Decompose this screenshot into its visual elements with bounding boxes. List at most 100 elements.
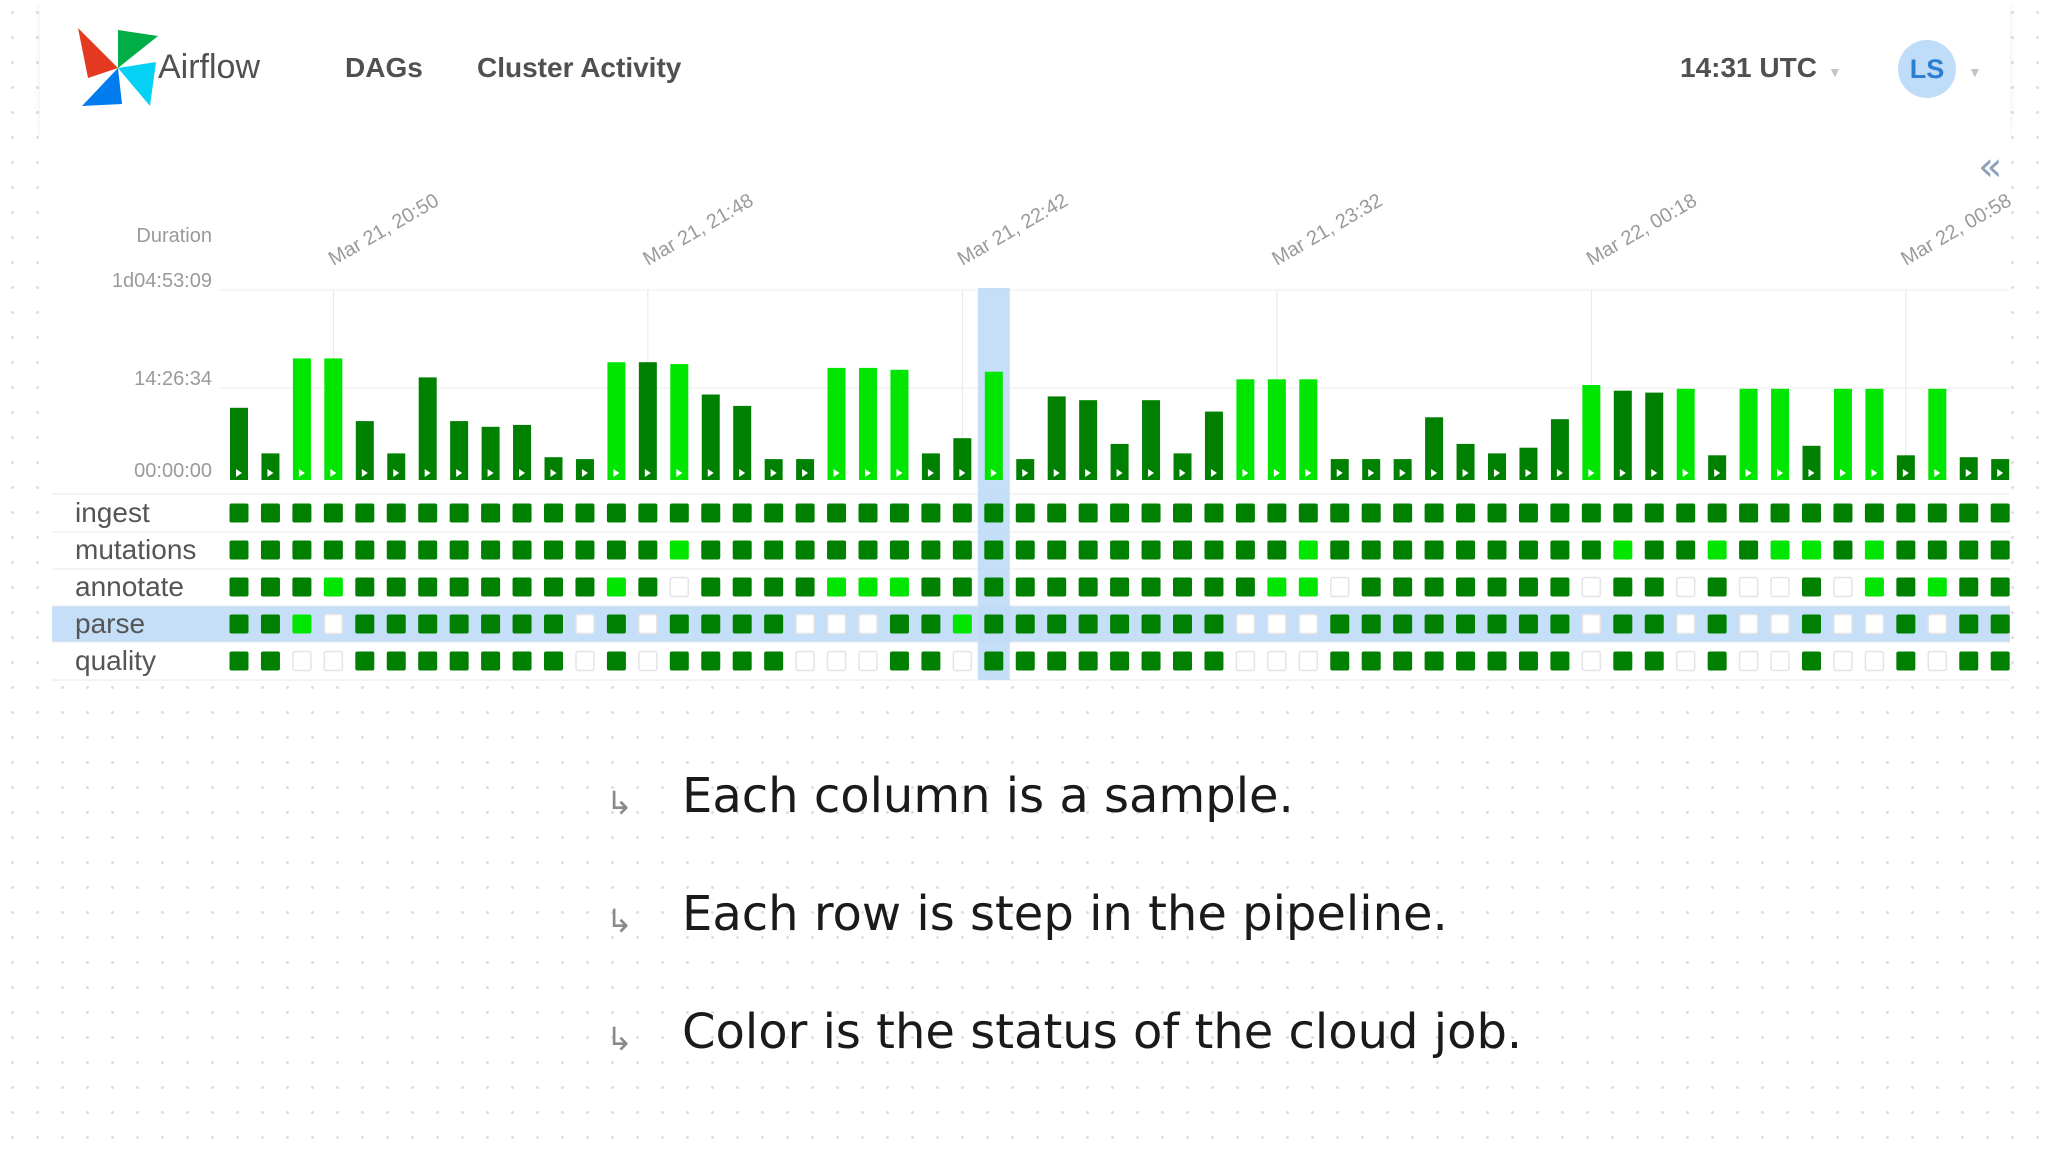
task-instance-cell[interactable]	[1298, 613, 1319, 635]
task-instance-cell[interactable]	[575, 650, 595, 672]
task-instance-cell[interactable]	[512, 577, 532, 597]
task-instance-cell[interactable]	[386, 614, 406, 634]
task-instance-cell[interactable]	[1644, 503, 1664, 523]
duration-bar[interactable]	[1928, 388, 1947, 480]
task-instance-cell[interactable]	[1204, 614, 1224, 634]
task-instance-cell[interactable]	[1990, 540, 2010, 560]
task-instance-cell[interactable]	[764, 503, 784, 523]
task-instance-cell[interactable]	[1770, 540, 1790, 560]
task-instance-cell[interactable]	[323, 540, 343, 560]
task-instance-cell[interactable]	[1613, 577, 1633, 597]
task-instance-cell[interactable]	[701, 614, 721, 634]
task-instance-cell[interactable]	[1581, 613, 1602, 635]
task-instance-cell[interactable]	[858, 650, 878, 672]
task-instance-cell[interactable]	[1015, 651, 1035, 671]
task-instance-cell[interactable]	[449, 614, 469, 634]
task-instance-cell[interactable]	[921, 651, 941, 671]
task-instance-cell[interactable]	[1235, 503, 1255, 523]
task-instance-cell[interactable]	[921, 614, 941, 634]
task-instance-cell[interactable]	[1110, 503, 1130, 523]
task-instance-cell[interactable]	[984, 540, 1004, 560]
duration-bar[interactable]	[733, 405, 752, 480]
duration-bar[interactable]	[544, 457, 563, 480]
task-instance-cell[interactable]	[1676, 503, 1696, 523]
task-instance-cell[interactable]	[1393, 503, 1413, 523]
task-instance-cell[interactable]	[1015, 540, 1035, 560]
task-instance-cell[interactable]	[952, 540, 972, 560]
task-instance-cell[interactable]	[1047, 577, 1067, 597]
task-instance-cell[interactable]	[449, 503, 469, 523]
task-instance-cell[interactable]	[1078, 540, 1098, 560]
task-instance-cell[interactable]	[952, 614, 972, 634]
task-instance-cell[interactable]	[1110, 540, 1130, 560]
task-instance-cell[interactable]	[1959, 577, 1979, 597]
task-instance-cell[interactable]	[1802, 503, 1821, 523]
task-instance-cell[interactable]	[481, 577, 501, 597]
duration-bar[interactable]	[1613, 390, 1632, 480]
task-instance-cell[interactable]	[1990, 503, 2010, 523]
task-instance-cell[interactable]	[292, 503, 312, 523]
task-instance-cell[interactable]	[669, 651, 689, 671]
task-instance-cell[interactable]	[1833, 576, 1853, 598]
task-instance-cell[interactable]	[638, 613, 658, 635]
task-instance-cell[interactable]	[1141, 614, 1161, 634]
task-instance-cell[interactable]	[1770, 576, 1790, 598]
duration-bar[interactable]	[701, 394, 720, 481]
duration-bar[interactable]	[607, 362, 626, 480]
task-instance-cell[interactable]	[1235, 650, 1256, 672]
task-instance-cell[interactable]	[1644, 651, 1664, 671]
task-instance-cell[interactable]	[1173, 614, 1192, 634]
task-instance-cell[interactable]	[1707, 503, 1727, 523]
task-instance-cell[interactable]	[1267, 577, 1287, 597]
task-instance-cell[interactable]	[544, 503, 563, 523]
task-instance-cell[interactable]	[292, 650, 312, 672]
task-instance-cell[interactable]	[481, 651, 501, 671]
task-instance-cell[interactable]	[638, 540, 658, 560]
task-instance-cell[interactable]	[764, 577, 784, 597]
task-instance-cell[interactable]	[1738, 650, 1759, 672]
task-instance-cell[interactable]	[1833, 650, 1853, 672]
task-instance-cell[interactable]	[827, 503, 847, 523]
task-instance-cell[interactable]	[386, 577, 406, 597]
task-instance-cell[interactable]	[827, 540, 847, 560]
task-instance-cell[interactable]	[544, 651, 563, 671]
task-instance-cell[interactable]	[669, 503, 689, 523]
task-instance-cell[interactable]	[260, 614, 280, 634]
task-instance-cell[interactable]	[260, 577, 280, 597]
task-instance-cell[interactable]	[1078, 503, 1098, 523]
task-instance-cell[interactable]	[638, 650, 658, 672]
duration-bar[interactable]	[1991, 459, 2010, 480]
duration-bar[interactable]	[1173, 453, 1192, 480]
task-instance-cell[interactable]	[323, 613, 344, 635]
task-instance-cell[interactable]	[795, 503, 815, 523]
task-instance-cell[interactable]	[1550, 540, 1570, 560]
task-instance-cell[interactable]	[889, 651, 909, 671]
task-instance-cell[interactable]	[1393, 540, 1413, 560]
task-instance-cell[interactable]	[984, 614, 1004, 634]
task-instance-cell[interactable]	[669, 614, 689, 634]
task-instance-cell[interactable]	[1833, 503, 1853, 523]
task-instance-cell[interactable]	[1235, 613, 1256, 635]
task-instance-cell[interactable]	[1141, 540, 1161, 560]
duration-bar[interactable]	[1047, 396, 1066, 480]
task-instance-cell[interactable]	[795, 650, 815, 672]
task-instance-cell[interactable]	[1644, 540, 1664, 560]
duration-bar[interactable]	[921, 453, 940, 480]
task-instance-cell[interactable]	[1927, 650, 1948, 672]
task-instance-cell[interactable]	[481, 540, 501, 560]
task-instance-cell[interactable]	[386, 503, 406, 523]
task-instance-cell[interactable]	[1896, 503, 1916, 523]
task-instance-cell[interactable]	[1235, 577, 1255, 597]
task-instance-cell[interactable]	[764, 540, 784, 560]
task-instance-cell[interactable]	[1550, 651, 1570, 671]
task-instance-cell[interactable]	[229, 503, 249, 523]
task-instance-cell[interactable]	[858, 540, 878, 560]
task-instance-cell[interactable]	[1518, 503, 1538, 523]
task-instance-cell[interactable]	[1707, 651, 1727, 671]
task-instance-cell[interactable]	[889, 614, 909, 634]
duration-bar[interactable]	[1896, 455, 1915, 480]
task-instance-cell[interactable]	[323, 503, 343, 523]
task-instance-cell[interactable]	[858, 613, 878, 635]
task-label-mutations[interactable]: mutations	[75, 534, 196, 565]
task-instance-cell[interactable]	[418, 651, 438, 671]
